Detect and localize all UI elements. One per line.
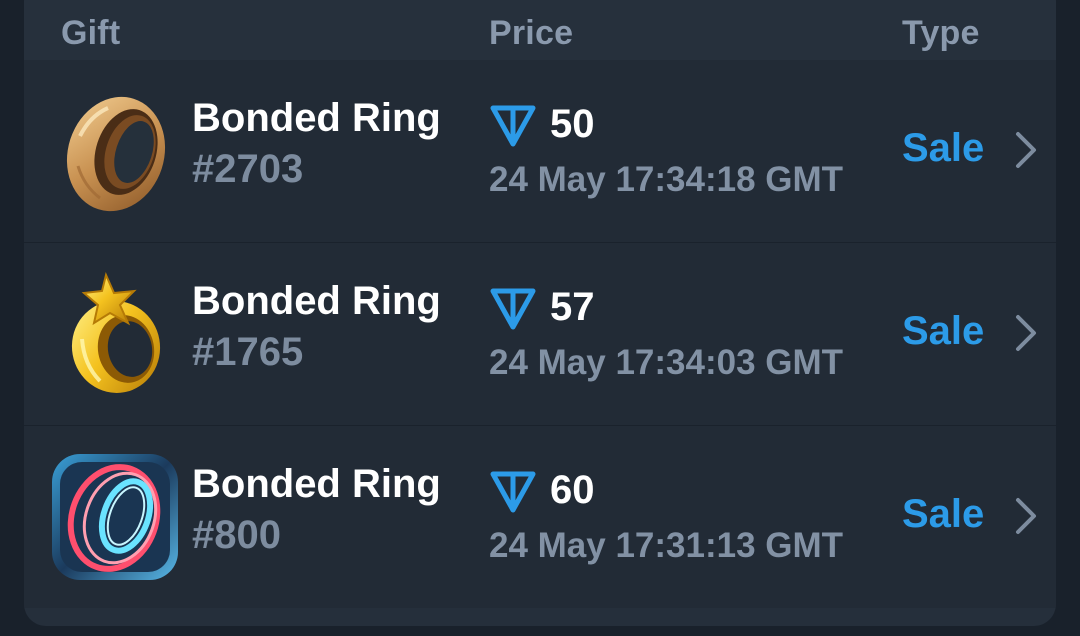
gift-name: Bonded Ring bbox=[192, 279, 441, 323]
price-timestamp: 24 May 17:34:18 GMT bbox=[489, 160, 844, 199]
table-header: Gift Price Type bbox=[24, 0, 1056, 60]
price-value: 50 bbox=[550, 102, 595, 146]
type-label: Sale bbox=[902, 309, 985, 353]
chevron-right-icon bbox=[1016, 498, 1036, 534]
chevron-right-icon bbox=[1016, 132, 1036, 168]
ton-icon bbox=[490, 471, 536, 513]
ton-icon bbox=[490, 105, 536, 147]
price-timestamp: 24 May 17:31:13 GMT bbox=[489, 526, 844, 565]
price-value: 57 bbox=[550, 285, 595, 329]
type-label: Sale bbox=[902, 492, 985, 536]
table-row[interactable]: Bonded Ring #2703 50 24 May 17:34:18 GMT… bbox=[24, 60, 1056, 242]
gift-number: #2703 bbox=[192, 147, 304, 191]
neon-ring-icon bbox=[52, 454, 178, 580]
price-value: 60 bbox=[550, 468, 595, 512]
price-timestamp: 24 May 17:34:03 GMT bbox=[489, 343, 844, 382]
type-column-header: Type bbox=[902, 14, 980, 52]
gift-name: Bonded Ring bbox=[192, 462, 441, 506]
gift-name: Bonded Ring bbox=[192, 96, 441, 140]
ton-icon bbox=[490, 288, 536, 330]
table-row[interactable]: Bonded Ring #1765 57 24 May 17:34:03 GMT… bbox=[24, 243, 1056, 425]
wooden-ring-icon bbox=[66, 96, 166, 212]
chevron-right-icon bbox=[1016, 315, 1036, 351]
gift-column-header: Gift bbox=[61, 14, 121, 52]
gold-star-ring-icon bbox=[71, 271, 161, 393]
gift-history-panel: Gift Price Type Bonded Ring #2703 50 24 … bbox=[24, 0, 1056, 626]
gift-number: #1765 bbox=[192, 330, 304, 374]
type-label: Sale bbox=[902, 126, 985, 170]
gift-number: #800 bbox=[192, 513, 281, 557]
price-column-header: Price bbox=[489, 14, 574, 52]
table-row[interactable]: Bonded Ring #800 60 24 May 17:31:13 GMT … bbox=[24, 426, 1056, 608]
